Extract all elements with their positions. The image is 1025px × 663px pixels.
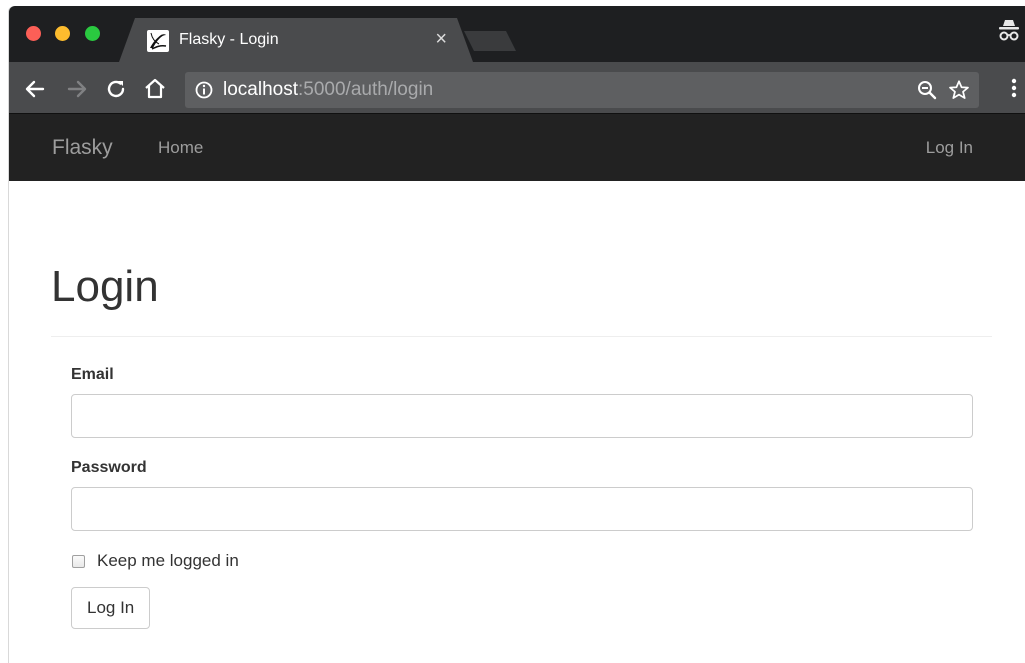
- reload-button[interactable]: [103, 76, 129, 102]
- maximize-window-button[interactable]: [85, 26, 100, 41]
- password-group: Password: [71, 459, 973, 531]
- minimize-window-button[interactable]: [55, 26, 70, 41]
- remember-me-row[interactable]: Keep me logged in: [71, 551, 973, 571]
- forward-button[interactable]: [64, 76, 90, 102]
- browser-window: Flasky - Login × localhost:5000/auth/log…: [9, 6, 1025, 663]
- email-group: Email: [71, 366, 973, 438]
- page-title: Login: [51, 262, 159, 311]
- zoom-out-icon[interactable]: [917, 80, 937, 100]
- tab-strip: Flasky - Login ×: [9, 6, 1025, 62]
- tab-flasky-login[interactable]: Flasky - Login ×: [119, 18, 473, 62]
- flask-favicon-icon: [147, 30, 169, 52]
- url-text[interactable]: localhost:5000/auth/login: [223, 79, 433, 101]
- back-button[interactable]: [22, 76, 48, 102]
- browser-toolbar: localhost:5000/auth/login: [9, 62, 1025, 113]
- home-button[interactable]: [142, 76, 168, 102]
- remember-me-label[interactable]: Keep me logged in: [97, 551, 239, 571]
- remember-me-checkbox[interactable]: [72, 554, 85, 568]
- arrow-right-icon: [67, 80, 87, 98]
- tab-title: Flasky - Login: [179, 31, 279, 48]
- tab-close-icon[interactable]: ×: [435, 27, 447, 51]
- email-field[interactable]: [71, 394, 973, 438]
- password-field[interactable]: [71, 487, 973, 531]
- login-form: Email Password Keep me logged in Log In: [71, 366, 973, 629]
- nav-link-login[interactable]: Log In: [926, 138, 973, 158]
- incognito-icon: [997, 18, 1021, 44]
- arrow-left-icon: [25, 80, 45, 98]
- password-label: Password: [71, 459, 147, 476]
- address-bar[interactable]: localhost:5000/auth/login: [185, 72, 979, 108]
- page-content: Login Email Password Keep me logged in L…: [9, 181, 1025, 663]
- reload-icon: [107, 80, 125, 98]
- login-submit-button[interactable]: Log In: [71, 587, 151, 629]
- home-icon: [145, 78, 165, 99]
- url-host: localhost: [223, 79, 298, 100]
- nav-link-home[interactable]: Home: [158, 138, 203, 158]
- url-path: :5000/auth/login: [298, 79, 434, 100]
- page-header: Login: [51, 263, 992, 337]
- more-vert-icon[interactable]: [1011, 78, 1017, 98]
- site-navbar: Flasky Home Log In: [9, 113, 1025, 181]
- close-window-button[interactable]: [26, 26, 41, 41]
- star-icon[interactable]: [948, 79, 970, 101]
- info-icon[interactable]: [195, 81, 213, 99]
- new-tab-button[interactable]: [464, 31, 516, 51]
- email-label: Email: [71, 366, 114, 383]
- navbar-brand[interactable]: Flasky: [52, 136, 113, 160]
